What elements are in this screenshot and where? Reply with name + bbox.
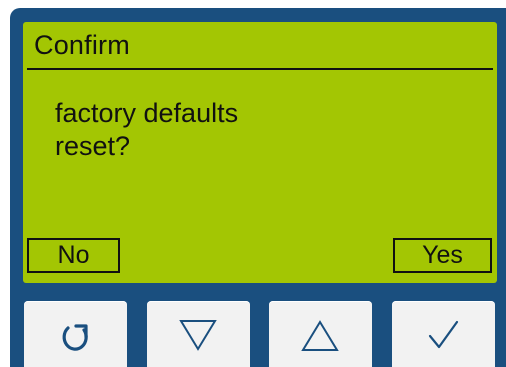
checkmark-icon — [428, 320, 459, 349]
softkey-yes[interactable]: Yes — [393, 238, 492, 273]
triangle-down-icon — [179, 320, 217, 351]
ok-button[interactable] — [392, 301, 495, 367]
device-panel: Confirm factory defaults reset? No Yes — [0, 0, 506, 367]
up-button[interactable] — [269, 301, 372, 367]
softkey-no[interactable]: No — [27, 238, 120, 273]
screen-title: Confirm — [34, 30, 130, 60]
back-button[interactable] — [24, 301, 127, 367]
message-line-1: factory defaults — [55, 98, 239, 128]
message-line-2: reset? — [55, 131, 131, 161]
title-divider — [27, 68, 493, 70]
confirm-message: factory defaults reset? — [55, 97, 238, 163]
triangle-up-icon — [301, 320, 339, 351]
lcd-screen: Confirm factory defaults reset? No Yes — [23, 22, 497, 283]
back-arrow-icon — [62, 324, 88, 351]
down-button[interactable] — [147, 301, 250, 367]
